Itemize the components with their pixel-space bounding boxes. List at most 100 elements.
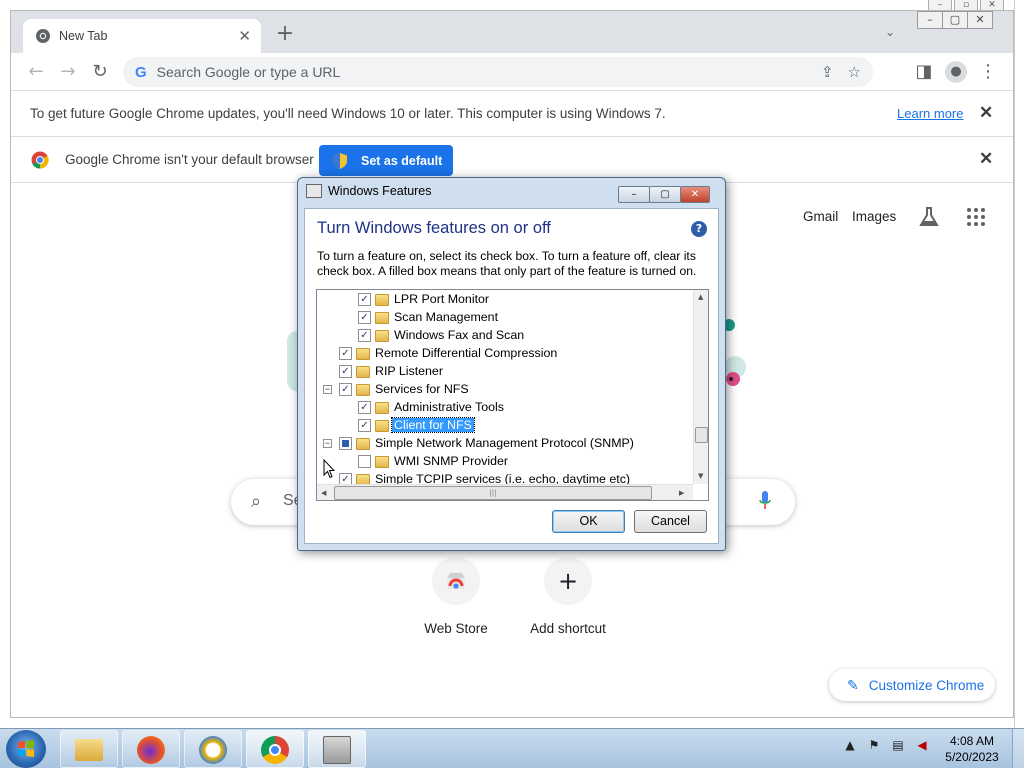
omnibox-input[interactable]: Search Google or type a URL: [157, 64, 807, 80]
feature-checkbox[interactable]: ✓: [358, 401, 371, 414]
feature-row[interactable]: ✓ Administrative Tools: [317, 399, 693, 417]
dialog-titlebar[interactable]: Windows Features: [306, 184, 432, 198]
folder-icon: [375, 402, 389, 414]
feature-checkbox[interactable]: ✓: [358, 329, 371, 342]
system-clock[interactable]: 4:08 AM 5/20/2023: [944, 733, 1000, 765]
google-apps-icon[interactable]: [967, 208, 985, 226]
taskbar-app-chrome[interactable]: [246, 730, 304, 768]
update-infobar: To get future Google Chrome updates, you…: [11, 91, 1013, 137]
feature-checkbox[interactable]: ✓: [339, 347, 352, 360]
action-center-flag-icon[interactable]: ⚑: [866, 737, 882, 753]
scroll-right-arrow-icon[interactable]: ▶: [679, 489, 684, 497]
feature-row[interactable]: − ✓ Services for NFS: [317, 381, 693, 399]
ok-button[interactable]: OK: [552, 510, 625, 533]
close-icon[interactable]: ✕: [979, 103, 993, 123]
reload-icon[interactable]: ↻: [89, 61, 111, 83]
features-tree[interactable]: ✓ LPR Port Monitor ✓ Scan Management ✓ Window…: [316, 289, 709, 501]
back-arrow-icon[interactable]: ←: [25, 61, 47, 83]
background-window-edge: [1014, 0, 1024, 728]
feature-row[interactable]: ✓ Client for NFS: [317, 417, 693, 435]
minimize-icon[interactable]: –: [917, 11, 943, 29]
share-icon[interactable]: ⇪: [821, 63, 834, 81]
web-store-icon: [447, 573, 465, 589]
feature-checkbox[interactable]: [358, 455, 371, 468]
tab-new-tab[interactable]: New Tab ✕: [23, 19, 261, 53]
close-icon[interactable]: ✕: [979, 149, 993, 169]
feature-label: Remote Differential Compression: [375, 346, 558, 360]
folder-icon: [356, 384, 370, 396]
taskbar-app-windows-explorer[interactable]: [60, 730, 118, 768]
feature-checkbox[interactable]: ✓: [339, 365, 352, 378]
chrome-icon: [36, 29, 50, 43]
taskbar-app-firefox[interactable]: [122, 730, 180, 768]
collapse-icon[interactable]: −: [323, 385, 332, 394]
shortcut-web-store[interactable]: Web Store: [406, 557, 506, 636]
dialog-title: Windows Features: [328, 184, 432, 198]
close-icon[interactable]: ✕: [967, 11, 993, 29]
cancel-button[interactable]: Cancel: [634, 510, 707, 533]
vertical-scrollbar[interactable]: ▲ ▼: [693, 290, 708, 484]
show-desktop-button[interactable]: [1012, 729, 1024, 768]
collapse-icon[interactable]: −: [323, 439, 332, 448]
bookmark-star-icon[interactable]: ☆: [848, 63, 861, 81]
scroll-down-arrow-icon[interactable]: ▼: [698, 472, 703, 480]
tab-close-icon[interactable]: ✕: [238, 27, 251, 45]
folder-icon: [375, 420, 389, 432]
close-icon[interactable]: ✕: [680, 186, 710, 203]
profile-avatar-icon[interactable]: ●: [945, 61, 967, 83]
scroll-left-arrow-icon[interactable]: ◀: [321, 489, 326, 497]
set-as-default-button[interactable]: Set as default: [319, 145, 453, 176]
feature-row[interactable]: − Simple Network Management Protocol (SNM…: [317, 435, 693, 453]
system-tray: ▲ ⚑ ▤ ◀: [842, 737, 930, 753]
feature-label: RIP Listener: [375, 364, 443, 378]
update-message: To get future Google Chrome updates, you…: [30, 106, 666, 121]
shortcut-label: Add shortcut: [530, 621, 606, 636]
feature-row[interactable]: ✓ RIP Listener: [317, 363, 693, 381]
network-icon[interactable]: ▤: [890, 737, 906, 753]
horizontal-scrollbar[interactable]: ◀ ||| ▶: [317, 484, 693, 500]
taskbar-app-vpn-client[interactable]: [184, 730, 242, 768]
toolbar: ← → ↻ G Search Google or type a URL ⇪ ☆ …: [11, 53, 1013, 91]
feature-label: Windows Fax and Scan: [394, 328, 525, 342]
learn-more-link[interactable]: Learn more: [897, 106, 963, 121]
feature-checkbox[interactable]: ✓: [358, 311, 371, 324]
minimize-icon[interactable]: –: [618, 186, 650, 203]
shortcut-label: Web Store: [424, 621, 488, 636]
maximize-icon[interactable]: ▢: [942, 11, 968, 29]
feature-row[interactable]: ✓ Scan Management: [317, 309, 693, 327]
volume-muted-icon[interactable]: ◀: [914, 737, 930, 753]
forward-arrow-icon[interactable]: →: [57, 61, 79, 83]
side-panel-icon[interactable]: ◨: [913, 61, 935, 83]
feature-label: Scan Management: [394, 310, 499, 324]
windows-features-dialog: Windows Features – ▢ ✕ Turn Windows feat…: [297, 177, 726, 551]
shortcut-add[interactable]: + Add shortcut: [518, 557, 618, 636]
google-g-icon: G: [135, 63, 147, 81]
start-button[interactable]: [6, 730, 46, 768]
feature-checkbox[interactable]: ✓: [358, 293, 371, 306]
feature-row[interactable]: ✓ Remote Differential Compression: [317, 345, 693, 363]
feature-row[interactable]: ✓ Windows Fax and Scan: [317, 327, 693, 345]
images-link[interactable]: Images: [852, 209, 896, 224]
taskbar-app-windows-features[interactable]: [308, 730, 366, 768]
feature-row[interactable]: ✓ LPR Port Monitor: [317, 291, 693, 309]
omnibox[interactable]: G Search Google or type a URL ⇪ ☆: [123, 57, 873, 87]
feature-row[interactable]: WMI SNMP Provider: [317, 453, 693, 471]
maximize-icon[interactable]: ▢: [649, 186, 681, 203]
scroll-thumb[interactable]: |||: [334, 486, 652, 500]
help-icon[interactable]: ?: [691, 221, 707, 237]
dialog-heading: Turn Windows features on or off: [317, 219, 551, 237]
scroll-thumb[interactable]: [695, 427, 708, 443]
microphone-icon[interactable]: [759, 491, 771, 511]
feature-checkbox[interactable]: ✓: [358, 419, 371, 432]
feature-checkbox[interactable]: ✓: [339, 383, 352, 396]
new-tab-button[interactable]: +: [273, 23, 297, 47]
labs-flask-icon[interactable]: [918, 206, 940, 228]
customize-chrome-button[interactable]: ✎ Customize Chrome: [829, 669, 995, 701]
gmail-link[interactable]: Gmail: [803, 209, 838, 224]
menu-kebab-icon[interactable]: ⋮: [977, 61, 999, 83]
scroll-up-arrow-icon[interactable]: ▲: [698, 293, 703, 301]
tab-search-chevron-icon[interactable]: ⌄: [885, 25, 895, 39]
folder-icon: [375, 456, 389, 468]
feature-checkbox[interactable]: [339, 437, 352, 450]
show-hidden-icons-icon[interactable]: ▲: [842, 737, 858, 753]
